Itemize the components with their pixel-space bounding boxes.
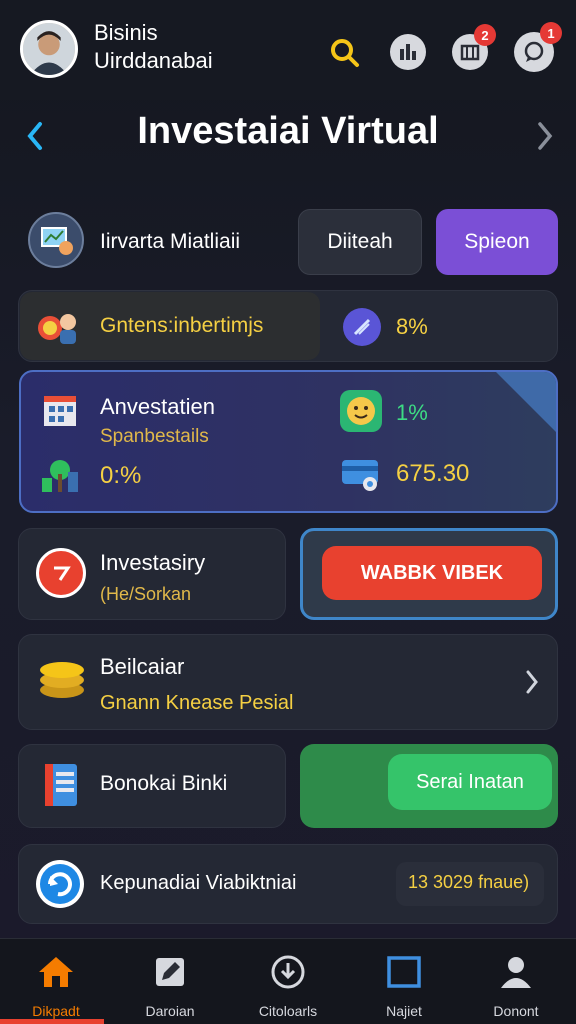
invest-bottom-left-value: 0:% [100,462,142,489]
invest-title: Anvestatien [100,394,215,419]
action-button-purple[interactable]: Spieon [436,209,558,275]
nav-item-edit[interactable]: Daroian [120,954,220,1019]
invest-top-right-value: 1% [396,400,428,425]
alert-icon [36,548,86,598]
nav-item-frame[interactable]: Najiet [354,954,454,1019]
invest-bottom-right-value: 675.30 [396,460,470,487]
user-icon [501,957,531,988]
nav-label-home: Dikpadt [32,1003,80,1019]
refresh-icon [36,860,84,908]
user-name-line2: Uirddanabai [94,48,213,73]
row5-chevron[interactable] [518,664,546,700]
card-icon [340,454,382,494]
row4-title: Investasiry [100,550,206,575]
row5-subtitle: Gnann Knease Pesial [100,692,294,714]
forward-button[interactable] [528,116,560,156]
people-icon [34,306,82,348]
row5-title: Beilcaiar [100,654,185,679]
row4-red-button[interactable]: WABBK VIBEK [322,546,542,600]
building-icon [38,392,84,432]
row7-label: Kepunadiai Viabiktniai [100,872,297,894]
nav-item-download[interactable]: Citoloarls [238,954,338,1019]
nav-item-home[interactable]: Dikpadt [6,954,106,1019]
invest-subtitle: Spanbestails [100,426,209,447]
notification-badge: 2 [474,24,496,46]
percent-icon [343,308,381,346]
smile-icon [340,390,382,432]
download-icon [271,955,305,989]
row1-label: Iirvarta Miatliaii [100,230,241,253]
header: Bisinis Uirddanabai 2 1 [0,0,576,100]
row4-subtitle: (He/Sorkan [100,584,192,604]
row2-value: 8% [396,314,428,339]
row5-card[interactable] [18,634,558,730]
row6-green-button[interactable]: Serai Inatan [388,754,552,810]
nav-label-edit: Daroian [145,1003,195,1019]
stats-icon[interactable] [390,34,426,70]
row2-label: Gntens:inbertimjs [100,314,264,337]
user-name-line1: Bisinis [94,20,158,45]
nav-label-profile: Donont [493,1003,539,1019]
edit-icon [156,958,184,986]
search-icon[interactable] [328,36,362,70]
chevron-right-icon [526,670,538,694]
home-icon [39,957,73,987]
nav-label-frame: Najiet [386,1003,422,1019]
details-button[interactable]: Diiteah [298,209,422,275]
coins-icon [36,654,88,700]
nav-label-download: Citoloarls [258,1003,318,1019]
message-badge: 1 [540,22,562,44]
page-title: Investaiai Virtual [137,110,439,152]
ledger-icon [36,760,86,810]
plant-icon [38,452,84,494]
frame-icon [387,956,421,988]
nav-active-indicator [0,1019,104,1024]
row6-label: Bonokai Binki [100,772,228,795]
portfolio-icon [28,212,84,268]
avatar-face [23,23,75,75]
avatar[interactable] [20,20,78,78]
nav-item-profile[interactable]: Donont [466,954,566,1019]
chevron-right-icon [538,122,553,150]
row7-value: 13 3029 fnaue) [408,872,530,892]
